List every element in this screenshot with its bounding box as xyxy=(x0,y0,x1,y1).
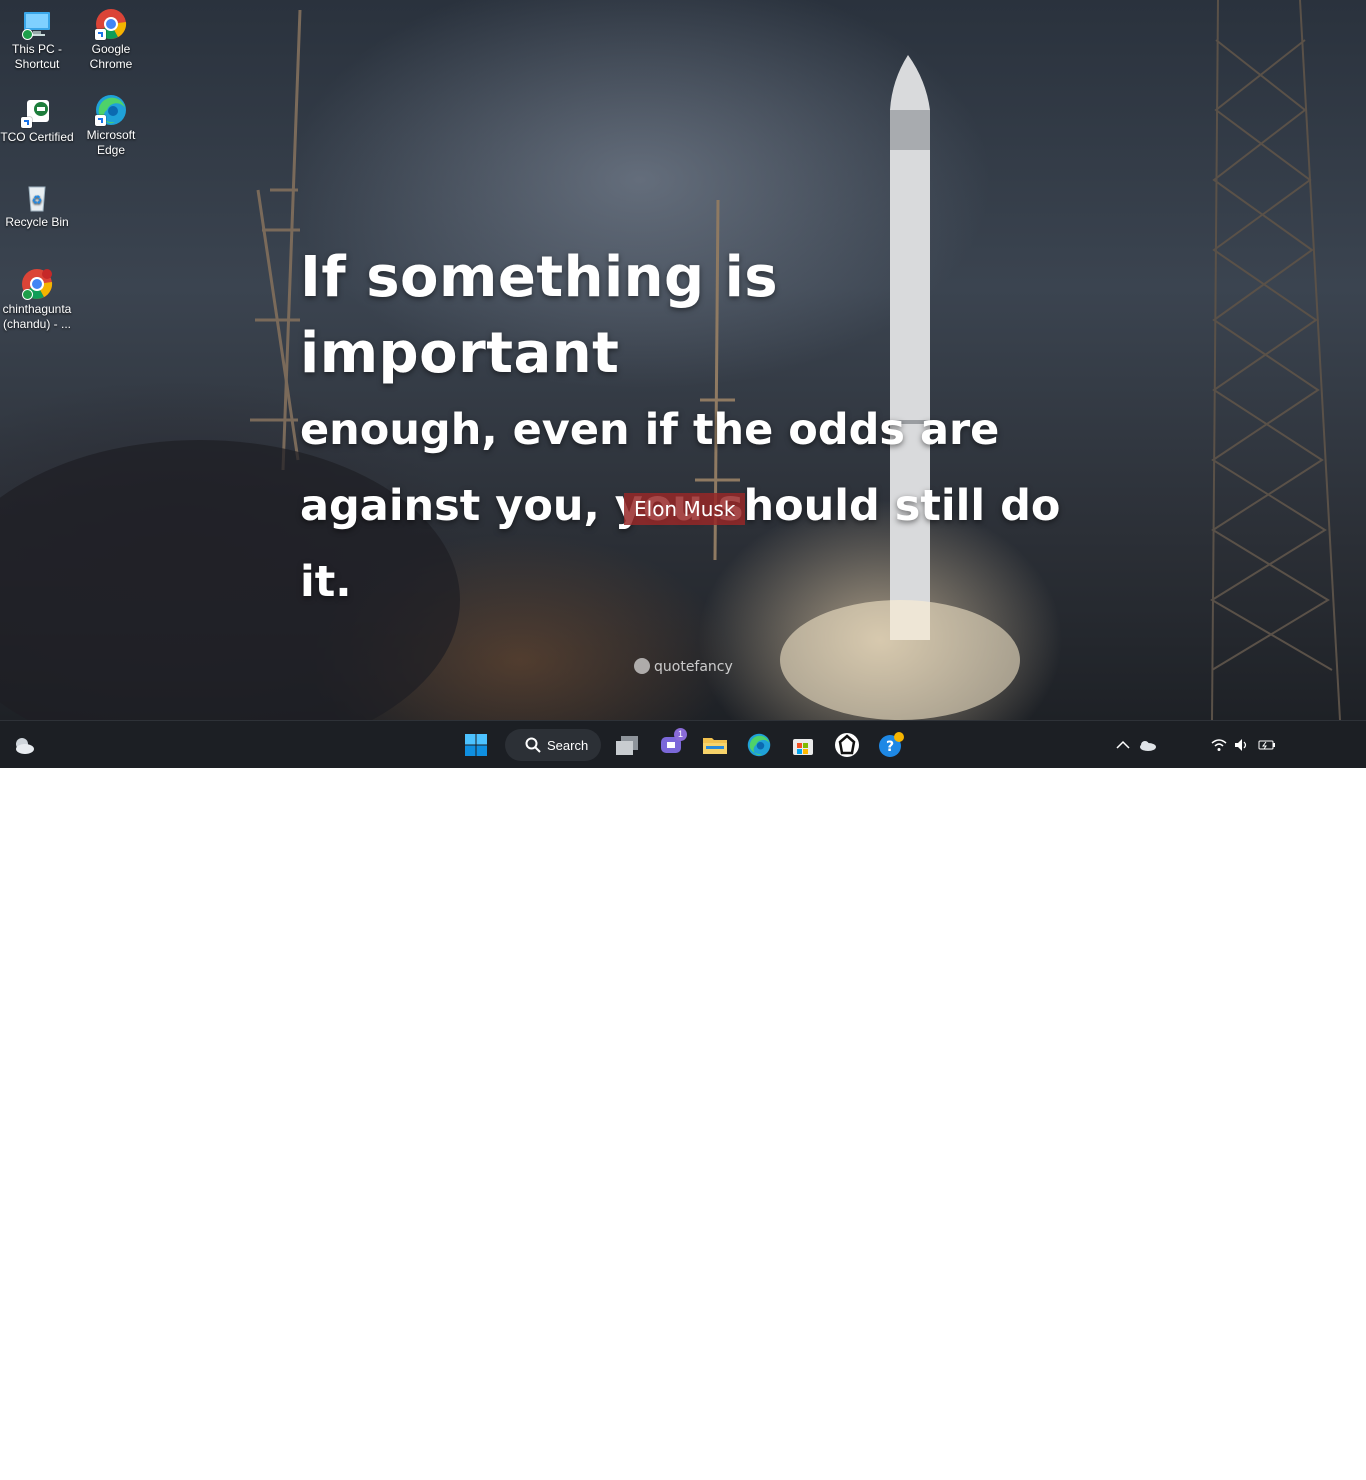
speaker-icon xyxy=(1235,739,1247,751)
this-pc-icon xyxy=(21,8,53,40)
svg-text:?: ? xyxy=(886,739,894,755)
battery-button[interactable] xyxy=(1256,727,1278,763)
clock[interactable]: 20:57 05-11-2022 xyxy=(1286,1450,1357,1480)
desktop-icon-this-pc[interactable]: This PC - Shortcut xyxy=(0,8,74,72)
shortcut-arrow-icon xyxy=(95,115,106,126)
desktop-wallpaper: If something is important enough, even i… xyxy=(0,0,1366,720)
teams-chat-button[interactable]: 1 xyxy=(653,727,689,763)
shortcut-arrow-icon xyxy=(95,29,106,40)
language-line-2: IN xyxy=(1176,1465,1188,1479)
desktop-icon-label: Google Chrome xyxy=(89,42,133,71)
tco-certified-icon xyxy=(21,96,53,128)
quote-line-1: If something is important xyxy=(300,245,779,386)
right-tower xyxy=(1210,0,1341,720)
desktop-icon-label: This PC - Shortcut xyxy=(11,42,62,71)
file-explorer-button[interactable] xyxy=(697,727,733,763)
edge-icon xyxy=(747,733,771,757)
desktop-icon-recycle-bin[interactable]: ♻ Recycle Bin xyxy=(0,181,74,230)
help-icon: ? xyxy=(879,732,904,757)
chrome-icon xyxy=(95,8,127,40)
desktop-icon-chrome-profile[interactable]: chinthagunta (chandu) - ... xyxy=(0,268,74,332)
store-icon xyxy=(793,739,813,755)
notification-badge: 1 xyxy=(674,728,687,741)
weather-widget-button[interactable] xyxy=(6,727,42,763)
app-icon xyxy=(835,733,859,757)
search-label: Search xyxy=(547,737,589,753)
search-box[interactable]: Search xyxy=(505,729,601,761)
shortcut-arrow-icon xyxy=(21,117,32,128)
onedrive-cloud-icon xyxy=(1140,741,1156,751)
language-indicator[interactable]: ENG IN xyxy=(1164,1450,1200,1480)
show-hidden-icons-button[interactable] xyxy=(1113,727,1133,763)
desktop-icon-label: TCO Certified xyxy=(0,130,74,144)
volume-button[interactable] xyxy=(1231,727,1253,763)
edge-icon xyxy=(95,94,127,126)
svg-text:♻: ♻ xyxy=(32,193,43,207)
start-button[interactable] xyxy=(458,727,494,763)
windows-icon xyxy=(465,734,487,756)
quote-text: If something is important enough, even i… xyxy=(300,240,1070,620)
quotefancy-logo-icon xyxy=(634,658,650,674)
quote-line-2: enough, even if the odds are xyxy=(300,405,1000,455)
task-view-button[interactable] xyxy=(609,727,645,763)
quotefancy-watermark: quotefancy xyxy=(634,658,733,676)
task-view-icon xyxy=(616,736,638,755)
onedrive-button[interactable] xyxy=(1136,727,1158,763)
clock-date: 05-11-2022 xyxy=(1295,1465,1357,1479)
store-button[interactable] xyxy=(785,727,821,763)
left-tower xyxy=(250,9,302,471)
quote-line-3: against you, you should still do it. xyxy=(300,481,1061,607)
brand-label: quotefancy xyxy=(654,659,733,675)
wifi-icon xyxy=(1211,739,1227,751)
chevron-up-icon xyxy=(1116,740,1130,749)
app-button[interactable] xyxy=(829,727,865,763)
edge-taskbar-button[interactable] xyxy=(741,727,777,763)
folder-icon xyxy=(703,738,727,754)
sync-status-icon xyxy=(22,29,33,40)
weather-cloud-icon xyxy=(16,738,34,754)
chrome-profile-icon xyxy=(21,268,53,300)
desktop-icon-tco-certified[interactable]: TCO Certified xyxy=(0,96,74,145)
desktop-icon-label: Recycle Bin xyxy=(5,215,69,229)
quote-author: Elon Musk xyxy=(624,493,746,525)
clock-time: 20:57 xyxy=(1325,1450,1356,1464)
desktop-icon-label: Microsoft Edge xyxy=(86,128,136,157)
desktop-icon-google-chrome[interactable]: Google Chrome xyxy=(74,8,148,72)
get-help-button[interactable]: ? xyxy=(873,727,909,763)
recycle-bin-icon: ♻ xyxy=(21,181,53,213)
wifi-button[interactable] xyxy=(1208,727,1230,763)
battery-charging-icon xyxy=(1258,740,1275,750)
desktop-icon-microsoft-edge[interactable]: Microsoft Edge xyxy=(74,94,148,158)
language-line-1: ENG xyxy=(1168,1450,1195,1464)
taskbar: Search 1 ? ENG IN 20:57 05-11-2022 xyxy=(0,720,1366,1479)
search-icon xyxy=(525,737,541,753)
desktop-icon-label: chinthagunta (chandu) - ... xyxy=(2,302,72,331)
sync-status-icon xyxy=(22,289,33,300)
